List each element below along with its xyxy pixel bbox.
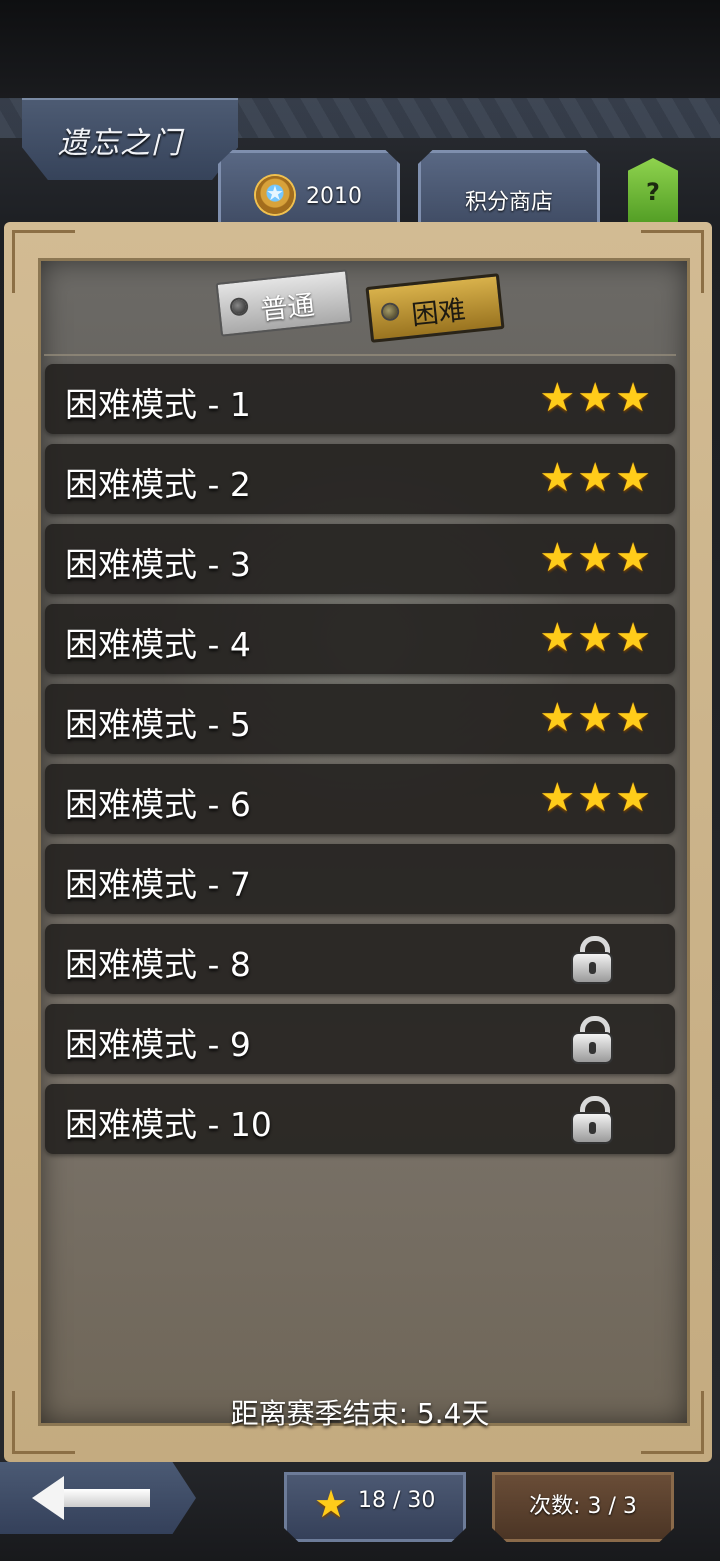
level-row[interactable]: 困难模式 - 6 ★ ★ ★: [45, 764, 675, 834]
mode-hard-label: 困难: [410, 294, 468, 332]
level-name: 困难模式 - 8: [65, 945, 251, 984]
level-row[interactable]: 困难模式 - 5 ★ ★ ★: [45, 684, 675, 754]
level-stars: ★ ★ ★: [539, 456, 651, 500]
attempts-value: 次数: 3 / 3: [529, 1494, 637, 1519]
frame-corner: [12, 230, 75, 293]
star-icon: ★: [539, 775, 576, 821]
level-name: 困难模式 - 9: [65, 1025, 251, 1064]
lock-icon: [573, 1016, 611, 1062]
star-icon: ★: [615, 695, 651, 741]
points-shop-label: 积分商店: [464, 190, 553, 215]
level-name: 困难模式 - 2: [65, 465, 251, 504]
attempts-tab: 次数: 3 / 3: [492, 1472, 674, 1542]
radio-dot-icon: [382, 304, 398, 320]
star-icon: ★: [539, 615, 576, 661]
medal-icon: [256, 176, 294, 214]
level-row[interactable]: 困难模式 - 3 ★ ★ ★: [45, 524, 675, 594]
radio-dot-icon: [231, 299, 247, 315]
star-icon: ★: [577, 775, 614, 821]
star-icon: ★: [577, 615, 614, 661]
points-tab[interactable]: 2010: [218, 150, 400, 228]
star-icon: ★: [539, 695, 576, 741]
level-stars: ★ ★ ★: [539, 616, 651, 660]
help-icon: ?: [646, 178, 660, 206]
level-row[interactable]: 困难模式 - 7: [45, 844, 675, 914]
back-button[interactable]: [0, 1462, 196, 1534]
star-icon: ★: [539, 455, 576, 501]
star-icon: ★: [314, 1482, 349, 1526]
level-stars: ★ ★ ★: [539, 696, 651, 740]
page-title: 遗忘之门: [58, 126, 182, 161]
top-band: [0, 0, 720, 98]
star-icon: ★: [615, 615, 651, 661]
level-row[interactable]: 困难模式 - 1 ★ ★ ★: [45, 364, 675, 434]
level-name: 困难模式 - 3: [65, 545, 251, 584]
star-icon: ★: [615, 455, 651, 501]
title-banner: 遗忘之门: [22, 98, 238, 180]
star-progress-tab: ★ 18 / 30: [284, 1472, 466, 1542]
season-countdown: 距离赛季结束: 5.4天: [230, 1397, 490, 1430]
star-icon: ★: [539, 375, 576, 421]
star-icon: ★: [577, 375, 614, 421]
frame-corner: [641, 230, 704, 293]
level-stars: ★ ★ ★: [539, 776, 651, 820]
level-row: 困难模式 - 10: [45, 1084, 675, 1154]
lock-icon: [573, 1096, 611, 1142]
level-row[interactable]: 困难模式 - 4 ★ ★ ★: [45, 604, 675, 674]
lock-icon: [573, 936, 611, 982]
level-row: 困难模式 - 9: [45, 1004, 675, 1074]
level-row: 困难模式 - 8: [45, 924, 675, 994]
game-screen: 遗忘之门 2010 积分商店 ? 普通 困难 困难模式 - 1★★★困难模式 -…: [0, 0, 720, 1561]
level-name: 困难模式 - 6: [65, 785, 251, 824]
points-value: 2010: [306, 184, 362, 209]
points-shop-tab[interactable]: 积分商店: [418, 150, 600, 228]
star-icon: ★: [577, 695, 614, 741]
level-name: 困难模式 - 4: [65, 625, 251, 664]
level-name: 困难模式 - 1: [65, 385, 251, 424]
level-name: 困难模式 - 7: [65, 865, 251, 904]
star-icon: ★: [577, 455, 614, 501]
level-row[interactable]: 困难模式 - 2 ★ ★ ★: [45, 444, 675, 514]
star-icon: ★: [615, 775, 651, 821]
back-arrow-icon: [32, 1476, 152, 1520]
level-stars: ★ ★ ★: [539, 376, 651, 420]
divider: [44, 354, 676, 356]
star-progress-value: 18 / 30: [358, 1488, 436, 1513]
star-icon: ★: [615, 375, 651, 421]
level-name: 困难模式 - 5: [65, 705, 251, 744]
level-stars: ★ ★ ★: [539, 536, 651, 580]
star-icon: ★: [539, 535, 576, 581]
star-icon: ★: [615, 535, 651, 581]
star-icon: ★: [577, 535, 614, 581]
level-name: 困难模式 - 10: [65, 1105, 272, 1144]
help-button[interactable]: ?: [628, 158, 678, 228]
mode-normal-label: 普通: [259, 289, 317, 327]
